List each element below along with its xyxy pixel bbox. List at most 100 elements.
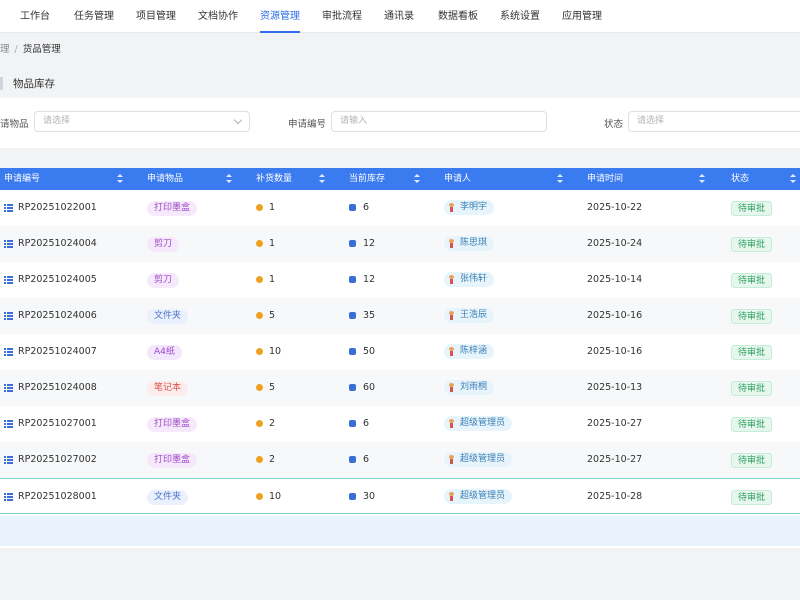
header-status[interactable]: 状态 [731, 168, 749, 190]
inventory-table: 申请编号 申请物品 补货数量 当前库存 申请人 申请时间 状态 RP202510… [0, 168, 800, 548]
table-row[interactable]: RP20251028001 文件夹 10 30 超级管理员 2025-10-28 待审批 [0, 478, 800, 514]
nav-item-resources[interactable]: 资源管理 [260, 0, 300, 33]
code-input-placeholder: 请输入 [340, 116, 368, 126]
table-row[interactable]: RP20251022001 打印墨盒 1 6 李明宇 2025-10-22 待审批 [0, 190, 800, 226]
item-tag: 打印墨盒 [147, 417, 198, 432]
nav-item-dashboard[interactable]: 数据看板 [438, 0, 478, 33]
cell-date: 2025-10-27 [587, 418, 643, 429]
list-icon [4, 348, 13, 356]
user-icon [448, 239, 455, 248]
applicant-tag: 超级管理员 [444, 489, 513, 504]
table-row[interactable]: RP20251024006 文件夹 5 35 王浩辰 2025-10-16 待审批 [0, 298, 800, 334]
cell-qty: 5 [269, 382, 276, 393]
cell-date: 2025-10-16 [587, 310, 643, 321]
user-icon [448, 455, 455, 464]
code-input[interactable]: 请输入 [331, 111, 547, 132]
header-code[interactable]: 申请编号 [4, 168, 40, 190]
user-icon [448, 275, 455, 284]
nav-item-projects[interactable]: 项目管理 [136, 0, 176, 33]
user-icon [448, 311, 455, 320]
header-date[interactable]: 申请时间 [587, 168, 623, 190]
box-icon [349, 348, 356, 355]
applicant-tag: 刘雨桐 [444, 380, 495, 395]
applicant-tag: 王浩辰 [444, 308, 495, 323]
header-applicant[interactable]: 申请人 [444, 168, 471, 190]
nav-item-tasks[interactable]: 任务管理 [74, 0, 114, 33]
cell-qty: 10 [269, 491, 282, 502]
cell-qty: 10 [269, 346, 282, 357]
nav-item-docs[interactable]: 文档协作 [198, 0, 238, 33]
cell-qty: 1 [269, 238, 276, 249]
table-row[interactable]: RP20251024008 笔记本 5 60 刘雨桐 2025-10-13 待审批 [0, 370, 800, 406]
status-badge: 待审批 [731, 309, 773, 324]
user-icon [448, 347, 455, 356]
nav-item-contacts[interactable]: 通讯录 [384, 0, 414, 33]
code-filter-label: 申请编号 [288, 119, 327, 130]
nav-item-approval[interactable]: 审批流程 [322, 0, 362, 33]
item-select[interactable]: 请选择 [34, 111, 250, 132]
warning-icon [256, 420, 263, 427]
cell-code: RP20251024008 [18, 382, 97, 393]
cell-qty: 1 [269, 274, 276, 285]
cell-stock: 60 [363, 382, 376, 393]
item-tag: 剪刀 [147, 237, 180, 252]
table-row[interactable]: RP20251027001 打印墨盒 2 6 超级管理员 2025-10-27 待审批 [0, 406, 800, 442]
cell-qty: 2 [269, 454, 276, 465]
warning-icon [256, 456, 263, 463]
header-item[interactable]: 申请物品 [147, 168, 183, 190]
sort-icon[interactable] [117, 174, 123, 184]
sort-icon[interactable] [319, 174, 325, 184]
status-badge: 待审批 [731, 417, 773, 432]
section-title: 物品库存 [13, 78, 55, 90]
box-icon [349, 493, 356, 500]
chevron-down-icon [233, 115, 243, 125]
warning-icon [256, 240, 263, 247]
header-stock[interactable]: 当前库存 [349, 168, 385, 190]
table-row[interactable]: RP20251024004 剪刀 1 12 陈思琪 2025-10-24 待审批 [0, 226, 800, 262]
table-row[interactable]: RP20251024005 剪刀 1 12 张伟轩 2025-10-14 待审批 [0, 262, 800, 298]
section-header: 物品库存 [0, 70, 800, 98]
item-tag: 打印墨盒 [147, 453, 198, 468]
cell-stock: 6 [363, 418, 370, 429]
sort-icon[interactable] [699, 174, 705, 184]
breadcrumb-separator: / [14, 44, 18, 55]
section-marker [0, 77, 3, 90]
table-footer-band [0, 516, 800, 546]
sort-icon[interactable] [414, 174, 420, 184]
nav-item-settings[interactable]: 系统设置 [500, 0, 540, 33]
warning-icon [256, 204, 263, 211]
status-badge: 待审批 [731, 273, 773, 288]
sort-icon[interactable] [226, 174, 232, 184]
cell-qty: 1 [269, 202, 276, 213]
cell-stock: 6 [363, 454, 370, 465]
item-filter-label: 请物品 [0, 119, 29, 130]
sort-icon[interactable] [557, 174, 563, 184]
applicant-tag: 陈思琪 [444, 236, 495, 251]
box-icon [349, 312, 356, 319]
status-badge: 待审批 [731, 381, 773, 396]
applicant-tag: 超级管理员 [444, 416, 513, 431]
sort-icon[interactable] [790, 174, 796, 184]
cell-date: 2025-10-28 [587, 491, 643, 502]
nav-item-apps[interactable]: 应用管理 [562, 0, 602, 33]
user-icon [448, 203, 455, 212]
cell-stock: 6 [363, 202, 370, 213]
status-badge: 待审批 [731, 345, 773, 360]
applicant-name: 陈梓涵 [460, 346, 488, 356]
status-select[interactable]: 请选择 [628, 111, 800, 132]
list-icon [4, 276, 13, 284]
nav-item-resources-label: 资源管理 [260, 11, 300, 22]
user-icon [448, 492, 455, 501]
applicant-name: 超级管理员 [460, 454, 506, 464]
header-qty[interactable]: 补货数量 [256, 168, 292, 190]
list-icon [4, 384, 13, 392]
warning-icon [256, 493, 263, 500]
status-select-placeholder: 请选择 [637, 116, 665, 126]
table-row[interactable]: RP20251027002 打印墨盒 2 6 超级管理员 2025-10-27 待审批 [0, 442, 800, 478]
breadcrumb-parent[interactable]: 理 [0, 44, 10, 55]
top-nav: 工作台 任务管理 项目管理 文档协作 资源管理 审批流程 通讯录 数据看板 系统… [0, 0, 800, 33]
cell-stock: 30 [363, 491, 376, 502]
nav-item-workbench[interactable]: 工作台 [20, 0, 50, 33]
applicant-name: 张伟轩 [460, 274, 488, 284]
table-row[interactable]: RP20251024007 A4纸 10 50 陈梓涵 2025-10-16 待审批 [0, 334, 800, 370]
